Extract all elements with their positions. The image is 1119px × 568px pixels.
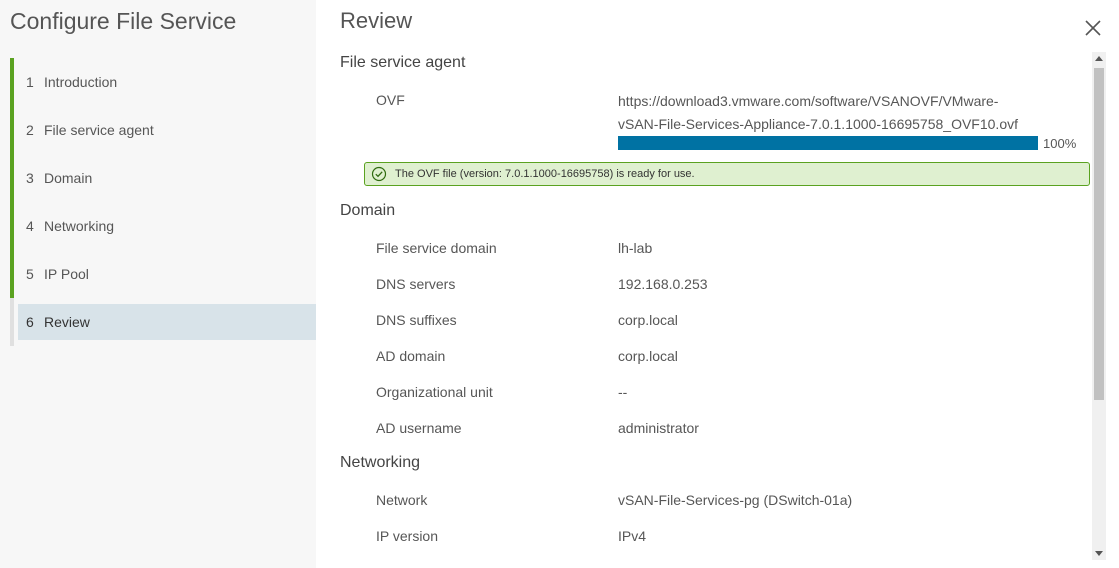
row-label-ad-domain: AD domain xyxy=(376,348,446,364)
step-domain[interactable]: 3 Domain xyxy=(18,160,316,196)
wizard-title: Configure File Service xyxy=(10,8,237,34)
row-value-organizational-unit: -- xyxy=(618,384,628,400)
step-label: File service agent xyxy=(44,122,154,138)
row-label-dns-servers: DNS servers xyxy=(376,276,456,292)
ovf-url: https://download3.vmware.com/software/VS… xyxy=(618,90,1058,136)
scroll-down-arrow-icon[interactable] xyxy=(1095,551,1103,556)
wizard-sidebar: Configure File Service 1 Introduction 2 … xyxy=(0,0,316,568)
configure-file-service-dialog: Configure File Service 1 Introduction 2 … xyxy=(0,0,1119,568)
close-button[interactable] xyxy=(1082,17,1104,39)
ovf-label: OVF xyxy=(376,92,405,108)
row-label-organizational-unit: Organizational unit xyxy=(376,384,493,400)
step-label: Domain xyxy=(44,170,93,186)
row-value-ad-username: administrator xyxy=(618,420,699,436)
step-label: Introduction xyxy=(44,74,118,90)
scroll-thumb[interactable] xyxy=(1094,68,1104,400)
content-scrollbar[interactable] xyxy=(1092,52,1106,560)
alert-message: The OVF file (version: 7.0.1.1000-166957… xyxy=(395,168,695,180)
review-content: File service agent OVF https://download3… xyxy=(340,52,1092,564)
close-icon xyxy=(1085,20,1101,36)
ovf-progress-percent: 100% xyxy=(1043,136,1077,151)
row-label-network: Network xyxy=(376,492,428,508)
section-title-domain: Domain xyxy=(340,202,396,219)
scroll-up-arrow-icon[interactable] xyxy=(1095,56,1103,61)
step-introduction[interactable]: 1 Introduction xyxy=(18,64,316,100)
step-label: IP Pool xyxy=(44,266,89,282)
step-label: Networking xyxy=(44,218,115,234)
step-number: 1 xyxy=(26,74,34,90)
ovf-progress-fill xyxy=(618,136,1038,150)
step-progress-bar xyxy=(10,58,14,298)
step-review[interactable]: 6 Review xyxy=(18,304,316,340)
row-label-ad-username: AD username xyxy=(376,420,462,436)
step-file-service-agent[interactable]: 2 File service agent xyxy=(18,112,316,148)
step-ip-pool[interactable]: 5 IP Pool xyxy=(18,256,316,292)
step-number: 2 xyxy=(26,122,34,138)
page-title: Review xyxy=(340,8,413,33)
step-number: 4 xyxy=(26,218,34,234)
row-value-file-service-domain: lh-lab xyxy=(618,240,653,256)
row-label-dns-suffixes: DNS suffixes xyxy=(376,312,457,328)
row-label-file-service-domain: File service domain xyxy=(376,240,497,256)
step-number: 3 xyxy=(26,170,34,186)
wizard-steps: 1 Introduction 2 File service agent 3 Do… xyxy=(10,58,316,346)
step-networking[interactable]: 4 Networking xyxy=(18,208,316,244)
section-title-file-service-agent: File service agent xyxy=(340,54,466,71)
ovf-progress-bar xyxy=(618,136,1038,150)
row-value-dns-suffixes: corp.local xyxy=(618,312,678,328)
row-label-ip-version: IP version xyxy=(376,528,438,544)
ovf-url-line-2: vSAN-File-Services-Appliance-7.0.1.1000-… xyxy=(618,116,1018,132)
ovf-ready-alert: The OVF file (version: 7.0.1.1000-166957… xyxy=(364,162,1090,186)
step-number: 5 xyxy=(26,266,34,282)
section-title-networking: Networking xyxy=(340,454,421,471)
row-value-ip-version: IPv4 xyxy=(618,528,647,544)
row-value-ad-domain: corp.local xyxy=(618,348,678,364)
review-panel: Review File service agent OVF https://do… xyxy=(316,0,1119,568)
row-value-dns-servers: 192.168.0.253 xyxy=(618,276,708,292)
step-label: Review xyxy=(44,314,90,330)
step-number: 6 xyxy=(26,314,34,330)
ovf-url-line-1: https://download3.vmware.com/software/VS… xyxy=(618,93,999,109)
check-circle-icon xyxy=(371,166,387,182)
row-value-network: vSAN-File-Services-pg (DSwitch-01a) xyxy=(618,492,853,508)
